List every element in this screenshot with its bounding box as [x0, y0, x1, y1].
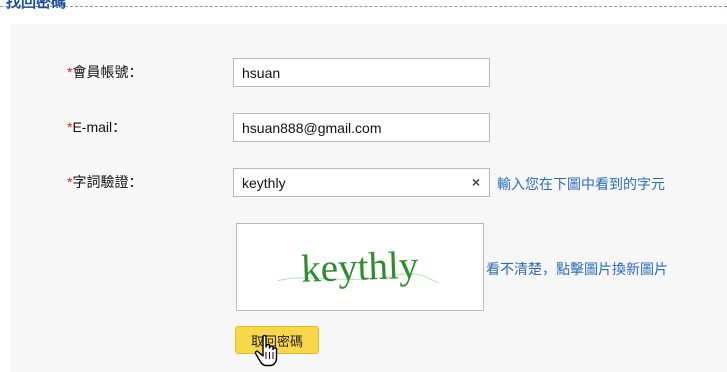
refresh-captcha-hint[interactable]: 看不清楚，點擊圖片換新圖片: [486, 259, 668, 279]
captcha-input[interactable]: [233, 168, 490, 197]
close-icon[interactable]: ×: [466, 170, 486, 194]
account-label: *會員帳號：: [67, 61, 142, 83]
retrieve-password-button[interactable]: 取回密碼: [235, 326, 319, 354]
email-input[interactable]: [233, 113, 490, 142]
email-label-text: E-mail：: [72, 119, 127, 135]
captcha-image[interactable]: keythly: [236, 223, 484, 311]
captcha-label-text: 字詞驗證：: [72, 174, 143, 190]
account-input[interactable]: [233, 58, 490, 87]
captcha-text: keythly: [300, 244, 419, 291]
account-label-text: 會員帳號：: [72, 64, 143, 80]
retrieve-password-page: 找回密碼 *會員帳號： *E-mail： *字詞驗證： × 輸入您在下圖中看到的…: [0, 0, 727, 372]
captcha-label: *字詞驗證：: [67, 171, 142, 193]
section-divider: [0, 6, 727, 7]
captcha-graphic: keythly: [277, 244, 440, 291]
captcha-hint: 輸入您在下圖中看到的字元: [497, 176, 665, 192]
email-label: *E-mail：: [67, 116, 126, 138]
